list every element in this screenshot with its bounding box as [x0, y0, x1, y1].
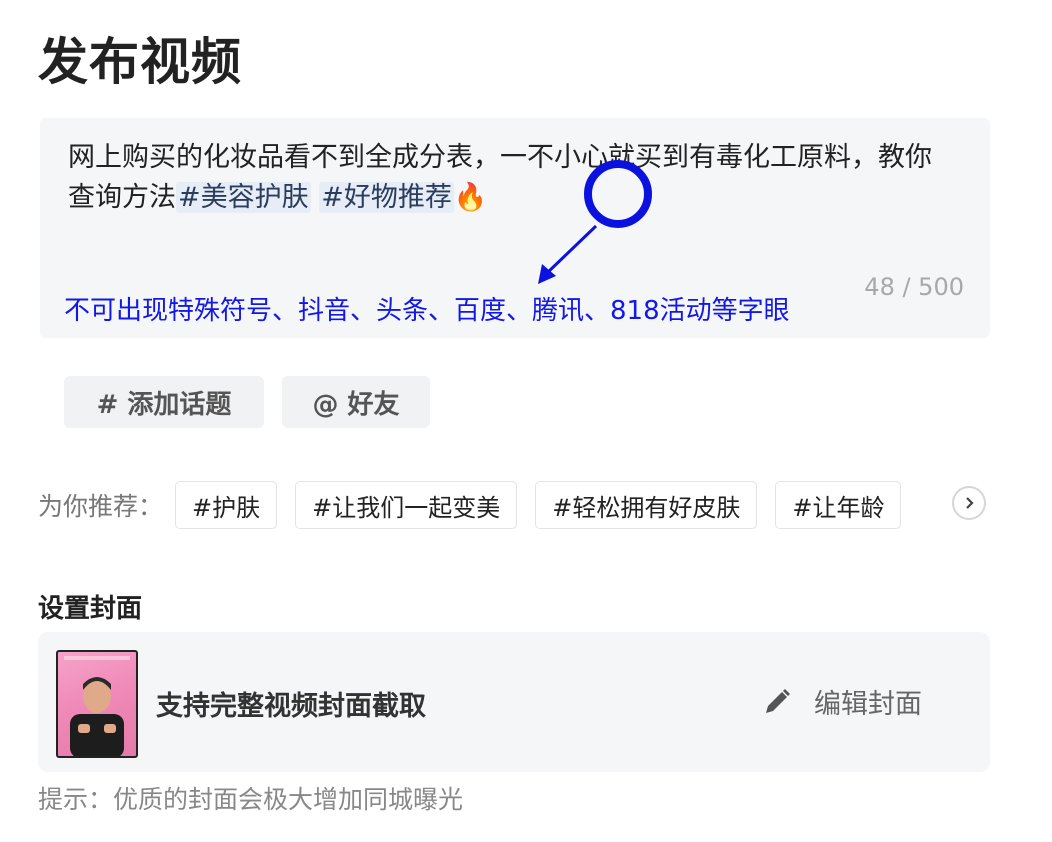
chevron-right-icon[interactable]	[952, 486, 986, 520]
edit-cover-button[interactable]: 编辑封面	[762, 682, 922, 721]
add-topic-button[interactable]: # 添加话题	[64, 376, 264, 428]
cover-section-title: 设置封面	[38, 594, 143, 624]
annotation-circle	[584, 160, 652, 228]
pencil-icon	[766, 688, 790, 713]
cover-thumbnail[interactable]	[56, 650, 138, 758]
recommend-chip[interactable]: #让年龄	[775, 481, 902, 529]
cover-card[interactable]: 支持完整视频封面截取 编辑封面	[38, 632, 990, 772]
cover-tip: 提示：优质的封面会极大增加同城曝光	[38, 785, 464, 814]
description-text[interactable]: 网上购买的化妆品看不到全成分表，一不小心就买到有毒化工原料，教你查询方法#美容护…	[68, 138, 948, 218]
hashtag-tag[interactable]: #好物推荐	[319, 182, 454, 213]
annotation-text: 不可出现特殊符号、抖音、头条、百度、腾讯、818活动等字眼	[64, 296, 790, 326]
recommend-row: 为你推荐： #护肤 #让我们一起变美 #轻松拥有好皮肤 #让年龄	[38, 480, 990, 530]
page-title: 发布视频	[38, 33, 242, 91]
annotation-arrow-icon	[538, 224, 598, 284]
hashtag-tag[interactable]: #美容护肤	[176, 182, 311, 213]
cover-support-text: 支持完整视频封面截取	[156, 691, 426, 722]
character-counter: 48 / 500	[864, 273, 964, 301]
recommend-chip[interactable]: #让我们一起变美	[295, 481, 518, 529]
fire-emoji-icon: 🔥	[453, 182, 488, 213]
recommend-chip[interactable]: #轻松拥有好皮肤	[535, 481, 758, 529]
recommend-label: 为你推荐：	[38, 492, 164, 521]
recommend-chip[interactable]: #护肤	[175, 481, 278, 529]
mention-friend-button[interactable]: @ 好友	[282, 376, 430, 428]
edit-cover-label: 编辑封面	[814, 689, 922, 720]
